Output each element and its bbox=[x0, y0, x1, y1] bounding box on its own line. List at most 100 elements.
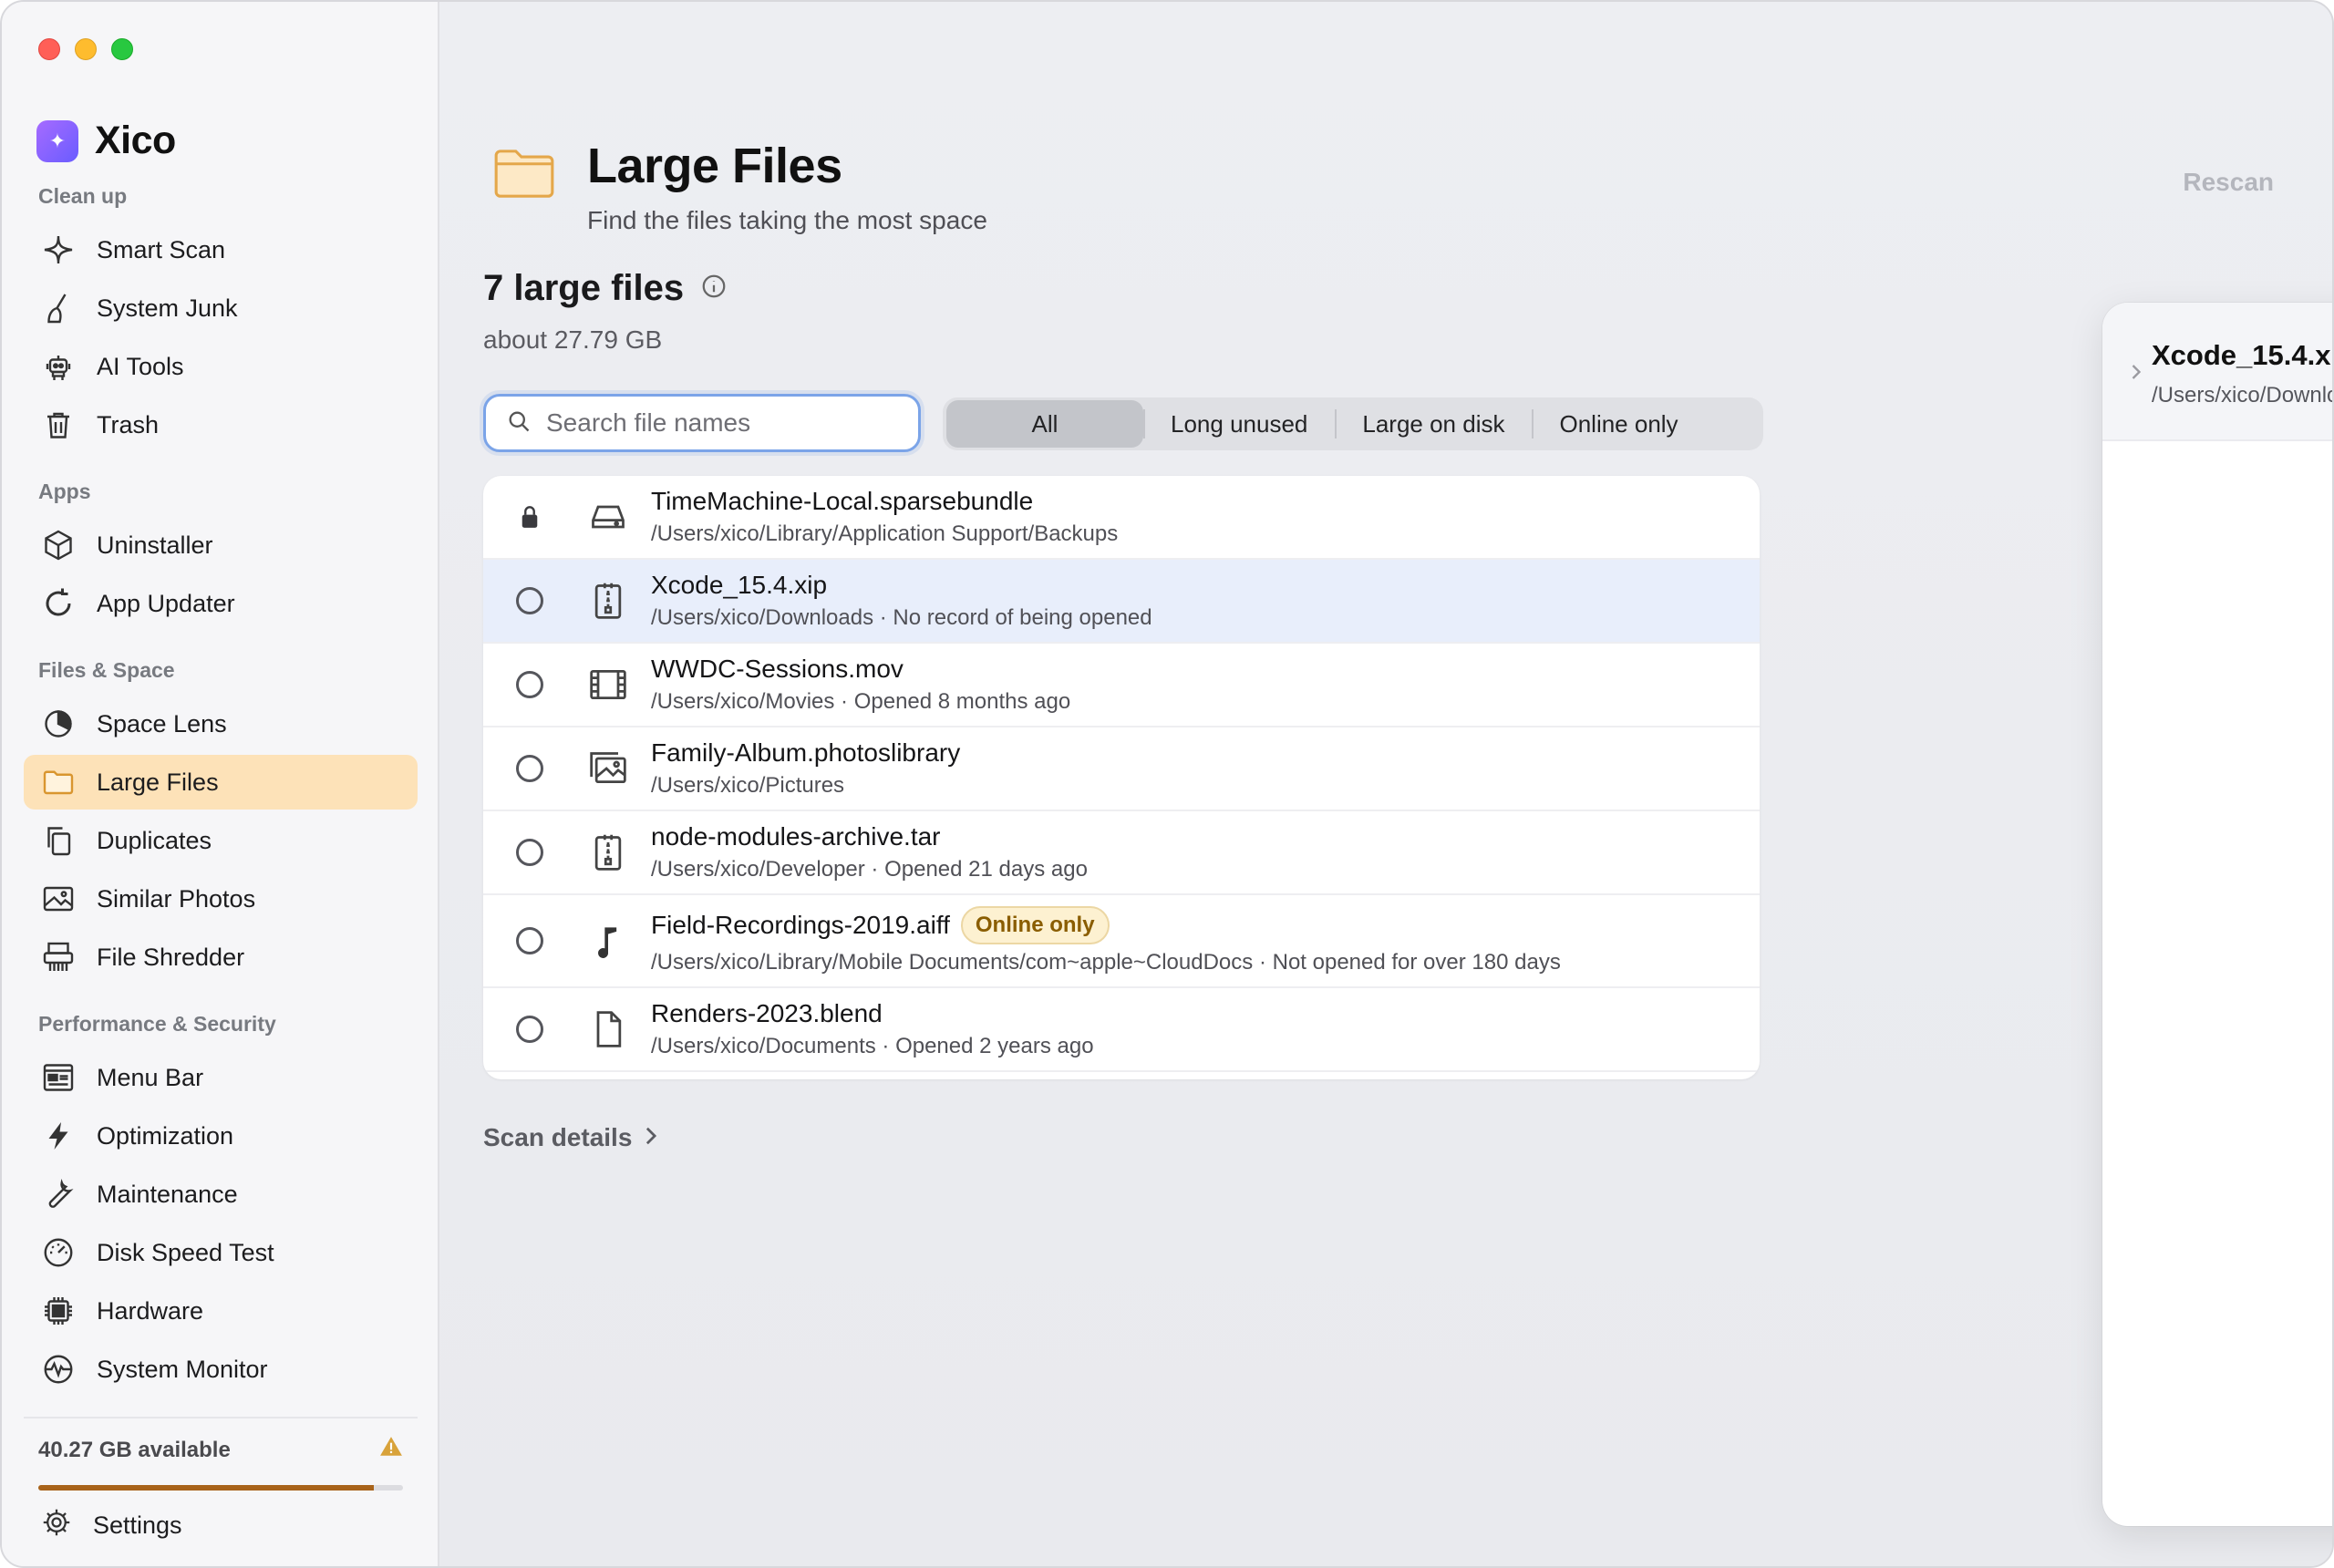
sidebar-item-app-updater[interactable]: App Updater bbox=[24, 576, 418, 631]
file-name: TimeMachine-Local.sparsebundle bbox=[651, 487, 1034, 515]
page-header: Large Files Find the files taking the mo… bbox=[491, 139, 987, 235]
sidebar-item-disk-speed-test[interactable]: Disk Speed Test bbox=[24, 1225, 418, 1280]
sidebar-item-label: Uninstaller bbox=[97, 531, 213, 559]
sidebar-section-title: Files & Space bbox=[38, 658, 175, 682]
box-icon bbox=[40, 527, 77, 563]
sidebar-item-label: Disk Speed Test bbox=[97, 1238, 274, 1266]
settings-button[interactable]: Settings bbox=[40, 1506, 182, 1545]
sidebar-item-smart-scan[interactable]: Smart Scan bbox=[24, 222, 418, 277]
file-name: Family-Album.photoslibrary bbox=[651, 738, 961, 767]
sidebar-item-ai-tools[interactable]: AI Tools bbox=[24, 339, 418, 394]
main-content: Large Files Find the files taking the mo… bbox=[439, 2, 2334, 1566]
file-row[interactable]: Field-Recordings-2019.aiff Online only/Us… bbox=[483, 895, 1760, 988]
sidebar-item-uninstaller[interactable]: Uninstaller bbox=[24, 518, 418, 573]
duplicate-icon bbox=[40, 822, 77, 859]
sidebar-item-similar-photos[interactable]: Similar Photos bbox=[24, 872, 418, 926]
sidebar: ✦ Xico Clean up Smart Scan System Junk AI T… bbox=[2, 2, 439, 1566]
sidebar-section-title: Performance & Security bbox=[38, 1012, 276, 1036]
sidebar-item-label: Duplicates bbox=[97, 826, 212, 854]
robot-icon bbox=[40, 348, 77, 385]
sidebar-item-file-shredder[interactable]: File Shredder bbox=[24, 930, 418, 985]
sidebar-item-label: Similar Photos bbox=[97, 884, 256, 913]
filter-online-only[interactable]: Online only bbox=[1532, 400, 1705, 448]
app-window: ✦ Xico Clean up Smart Scan System Junk AI T… bbox=[0, 0, 2334, 1568]
file-row[interactable]: Renders-2023.blend/Users/xico/Documents … bbox=[483, 988, 1760, 1072]
minimize-window-button[interactable] bbox=[75, 38, 97, 60]
file-row[interactable]: Family-Album.photoslibrary/Users/xico/Pi… bbox=[483, 727, 1760, 811]
sidebar-divider bbox=[24, 1417, 418, 1418]
summary-size: about 27.79 GB bbox=[483, 325, 663, 354]
file-row[interactable]: TimeMachine-Local.sparsebundle/Users/xic… bbox=[483, 476, 1760, 560]
chevron-right-icon bbox=[643, 1123, 659, 1152]
file-path: /Users/xico/Library/Application Support/… bbox=[651, 521, 1119, 546]
shredder-icon bbox=[40, 939, 77, 975]
refresh-icon bbox=[40, 585, 77, 622]
page-subtitle: Find the files taking the most space bbox=[587, 206, 987, 234]
sidebar-item-label: Optimization bbox=[97, 1121, 234, 1150]
file-path: /Users/xico/Pictures bbox=[651, 773, 845, 798]
archive-icon bbox=[576, 581, 640, 621]
search-field[interactable] bbox=[483, 394, 921, 452]
trash-icon bbox=[40, 407, 77, 443]
sidebar-item-large-files[interactable]: Large Files bbox=[24, 755, 418, 810]
summary: 7 large files about 27.79 GB bbox=[483, 268, 728, 355]
sidebar-item-label: System Monitor bbox=[97, 1355, 268, 1383]
film-icon bbox=[576, 665, 640, 705]
file-path: /Users/xico/Documents · Opened 2 years a… bbox=[651, 1034, 1094, 1058]
select-checkbox[interactable] bbox=[483, 671, 576, 698]
inspector-header: Xcode_15.4.xip /Users/xico/Downloads/Xco… bbox=[2102, 303, 2334, 441]
search-input[interactable] bbox=[546, 408, 893, 438]
brand: ✦ Xico bbox=[36, 119, 176, 163]
close-window-button[interactable] bbox=[38, 38, 60, 60]
inspector-path: /Users/xico/Downloads/Xcode_15.4.xip bbox=[2152, 383, 2334, 407]
select-checkbox[interactable] bbox=[483, 839, 576, 866]
filter-large-on-disk[interactable]: Large on disk bbox=[1335, 400, 1532, 448]
window-controls bbox=[38, 38, 133, 60]
gauge-icon bbox=[40, 1234, 77, 1271]
pulse-icon bbox=[40, 1351, 77, 1387]
photos-library-icon bbox=[576, 748, 640, 789]
sidebar-item-optimization[interactable]: Optimization bbox=[24, 1109, 418, 1163]
select-checkbox[interactable] bbox=[483, 1016, 576, 1043]
file-row[interactable]: node-modules-archive.tar/Users/xico/Deve… bbox=[483, 811, 1760, 895]
photo-icon bbox=[40, 881, 77, 917]
document-icon bbox=[576, 1009, 640, 1049]
select-checkbox[interactable] bbox=[483, 587, 576, 614]
file-row[interactable]: WWDC-Sessions.mov/Users/xico/Movies · Op… bbox=[483, 644, 1760, 727]
chevron-right-icon[interactable] bbox=[2130, 363, 2143, 386]
file-name: Field-Recordings-2019.aiff bbox=[651, 911, 950, 939]
sidebar-item-duplicates[interactable]: Duplicates bbox=[24, 813, 418, 868]
rescan-button[interactable]: Rescan bbox=[2183, 168, 2274, 197]
sidebar-item-label: Maintenance bbox=[97, 1180, 238, 1208]
scan-details-button[interactable]: Scan details bbox=[483, 1123, 659, 1152]
inspector-title: Xcode_15.4.xip bbox=[2152, 339, 2332, 371]
file-row[interactable]: Xcode_15.4.xip/Users/xico/Downloads · No… bbox=[483, 560, 1760, 644]
sidebar-item-trash[interactable]: Trash bbox=[24, 397, 418, 452]
info-icon[interactable] bbox=[700, 268, 728, 309]
select-checkbox[interactable] bbox=[483, 755, 576, 782]
sidebar-item-menu-bar[interactable]: Menu Bar bbox=[24, 1050, 418, 1105]
filter-all[interactable]: All bbox=[946, 400, 1143, 448]
file-path: /Users/xico/Developer · Opened 21 days a… bbox=[651, 857, 1088, 882]
app-logo-icon: ✦ bbox=[36, 119, 78, 162]
bolt-icon bbox=[40, 1118, 77, 1154]
sidebar-item-label: File Shredder bbox=[97, 943, 245, 971]
filter-long-unused[interactable]: Long unused bbox=[1143, 400, 1335, 448]
pie-icon bbox=[40, 706, 77, 742]
zoom-window-button[interactable] bbox=[111, 38, 133, 60]
sidebar-item-label: Hardware bbox=[97, 1296, 204, 1325]
gear-icon bbox=[40, 1506, 73, 1545]
broom-icon bbox=[40, 290, 77, 326]
sidebar-item-label: AI Tools bbox=[97, 352, 184, 380]
sidebar-item-label: System Junk bbox=[97, 294, 238, 322]
sidebar-section-title: Apps bbox=[38, 480, 91, 503]
page-title: Large Files bbox=[587, 139, 842, 193]
sidebar-item-system-junk[interactable]: System Junk bbox=[24, 281, 418, 335]
sidebar-item-hardware[interactable]: Hardware bbox=[24, 1284, 418, 1338]
sidebar-item-space-lens[interactable]: Space Lens bbox=[24, 696, 418, 751]
sidebar-item-label: Menu Bar bbox=[97, 1063, 204, 1091]
select-checkbox[interactable] bbox=[483, 927, 576, 954]
sidebar-section-title: Clean up bbox=[38, 184, 128, 208]
sidebar-item-maintenance[interactable]: Maintenance bbox=[24, 1167, 418, 1222]
sidebar-item-system-monitor[interactable]: System Monitor bbox=[24, 1342, 418, 1397]
